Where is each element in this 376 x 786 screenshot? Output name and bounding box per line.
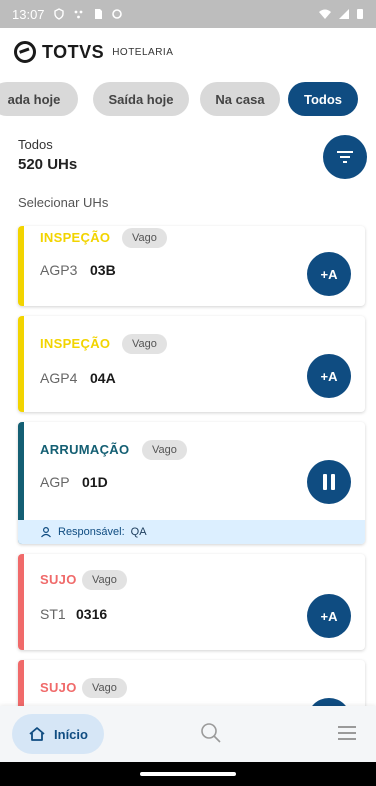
chip-saida-hoje[interactable]: Saída hoje xyxy=(93,82,189,116)
room-number: 01D xyxy=(82,474,108,490)
filter-chips: ada hoje Saída hoje Na casa Todos xyxy=(0,82,376,116)
room-status: INSPEÇÃO xyxy=(40,230,111,245)
clock: 13:07 xyxy=(12,6,45,22)
status-color-bar xyxy=(18,554,24,650)
status-color-bar xyxy=(18,226,24,306)
chip-na-casa[interactable]: Na casa xyxy=(200,82,280,116)
select-rooms-link[interactable]: Selecionar UHs xyxy=(18,195,108,210)
bottom-navigation: Início xyxy=(0,706,376,762)
room-number: 04A xyxy=(90,370,116,386)
room-status: ARRUMAÇÃO xyxy=(40,442,130,457)
room-card[interactable]: INSPEÇÃO Vago AGP3 03B +A xyxy=(18,226,365,306)
assign-person-button[interactable]: +A xyxy=(307,594,351,638)
home-indicator[interactable] xyxy=(140,772,236,776)
totvs-logo-icon xyxy=(14,41,36,63)
pause-icon xyxy=(323,474,335,490)
person-icon xyxy=(41,526,51,538)
room-number: 03B xyxy=(90,262,116,278)
room-card[interactable]: ARRUMAÇÃO Vago AGP 01D Responsável: QA xyxy=(18,422,365,544)
responsible-label: Responsável: xyxy=(58,526,125,538)
shield-icon xyxy=(53,8,64,20)
signal-dots-icon xyxy=(74,10,82,19)
room-prefix: AGP3 xyxy=(40,262,78,278)
occupancy-badge: Vago xyxy=(82,570,127,590)
wifi-icon xyxy=(319,9,331,19)
battery-icon xyxy=(357,9,363,19)
room-status: SUJO xyxy=(40,572,77,587)
chip-entrada-hoje[interactable]: ada hoje xyxy=(0,82,78,116)
room-prefix: AGP xyxy=(40,474,70,490)
pause-button[interactable] xyxy=(307,460,351,504)
brand-name: TOTVS xyxy=(42,41,105,62)
assign-person-button[interactable]: +A xyxy=(307,252,351,296)
status-color-bar xyxy=(18,316,24,412)
summary-label: Todos xyxy=(18,137,53,152)
room-prefix: ST1 xyxy=(40,606,66,622)
room-status: SUJO xyxy=(40,680,77,695)
gesture-bar xyxy=(0,762,376,786)
search-icon[interactable] xyxy=(200,722,222,744)
room-number: 0316 xyxy=(76,606,108,622)
occupancy-badge: Vago xyxy=(122,228,167,248)
cellular-icon xyxy=(339,9,349,19)
room-prefix: AGP4 xyxy=(40,370,78,386)
responsible-name: QA xyxy=(130,526,147,538)
filter-button[interactable] xyxy=(323,135,367,179)
room-card[interactable]: INSPEÇÃO Vago AGP4 04A +A xyxy=(18,316,365,412)
sim-icon xyxy=(94,9,102,19)
nav-home[interactable]: Início xyxy=(12,714,104,754)
responsible-row: Responsável: QA xyxy=(18,520,365,544)
brand-sub: HOTELARIA xyxy=(112,46,174,58)
summary-count: 520 UHs xyxy=(18,156,78,173)
nav-home-label: Início xyxy=(54,726,88,742)
filter-icon xyxy=(336,151,354,163)
occupancy-badge: Vago xyxy=(142,440,187,460)
brand-header: TOTVS HOTELARIA xyxy=(14,40,173,64)
room-status: INSPEÇÃO xyxy=(40,336,111,351)
occupancy-badge: Vago xyxy=(82,678,127,698)
occupancy-badge: Vago xyxy=(122,334,167,354)
chip-todos[interactable]: Todos xyxy=(288,82,358,116)
home-icon xyxy=(29,727,45,741)
circle-icon xyxy=(111,9,122,19)
assign-person-button[interactable]: +A xyxy=(307,354,351,398)
room-card[interactable]: SUJO Vago ST1 0316 +A xyxy=(18,554,365,650)
status-bar: 13:07 xyxy=(0,0,376,28)
menu-icon[interactable] xyxy=(338,726,356,740)
